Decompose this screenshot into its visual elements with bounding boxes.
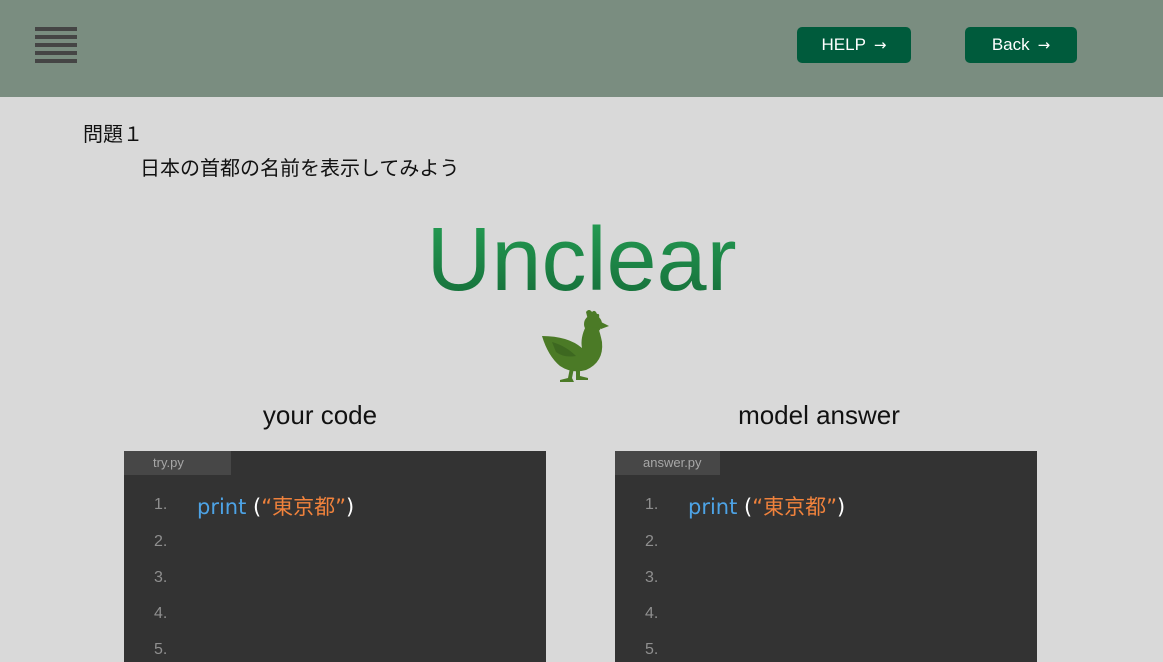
code-text: print (“東京都”) bbox=[688, 495, 846, 519]
bird-mascot-icon bbox=[542, 310, 609, 382]
code-line: 2. bbox=[615, 529, 1037, 559]
question-text: 日本の首都の名前を表示してみよう bbox=[140, 156, 460, 180]
code-line: 4. bbox=[124, 601, 546, 631]
code-line: 3. bbox=[124, 565, 546, 595]
line-number: 5. bbox=[645, 641, 659, 658]
code-line: 2. bbox=[124, 529, 546, 559]
line-number: 4. bbox=[154, 605, 168, 622]
code-line: 5. bbox=[124, 637, 546, 662]
help-button-label: HELP bbox=[821, 35, 866, 54]
hamburger-menu-icon[interactable] bbox=[35, 27, 77, 63]
code-line: 3. bbox=[615, 565, 1037, 595]
file-tab[interactable]: answer.py bbox=[615, 451, 720, 475]
code-line: 1. print (“東京都”) bbox=[615, 492, 1037, 522]
model-answer-editor: answer.py 1. print (“東京都”) 2. 3. 4. 5. bbox=[615, 451, 1037, 662]
your-code-title: your code bbox=[262, 400, 378, 430]
line-number: 4. bbox=[645, 605, 659, 622]
arrow-right-icon: → bbox=[873, 36, 887, 54]
arrow-right-icon: → bbox=[1037, 36, 1051, 54]
file-tab[interactable]: try.py bbox=[124, 451, 231, 475]
top-header: HELP → Back → bbox=[0, 0, 1163, 97]
code-line: 1. print (“東京都”) bbox=[124, 492, 546, 522]
code-line: 4. bbox=[615, 601, 1037, 631]
line-number: 5. bbox=[154, 641, 168, 658]
help-button[interactable]: HELP → bbox=[797, 27, 911, 63]
line-number: 3. bbox=[645, 569, 659, 586]
model-answer-title: model answer bbox=[738, 400, 900, 430]
question-number: 問題１ bbox=[83, 122, 143, 146]
code-line: 5. bbox=[615, 637, 1037, 662]
result-status: Unclear bbox=[0, 212, 1163, 308]
code-text: print (“東京都”) bbox=[197, 495, 355, 519]
line-number: 1. bbox=[645, 496, 659, 513]
line-number: 2. bbox=[154, 533, 168, 550]
line-number: 3. bbox=[154, 569, 168, 586]
back-button-label: Back bbox=[991, 35, 1030, 54]
line-number: 1. bbox=[154, 496, 168, 513]
back-button[interactable]: Back → bbox=[965, 27, 1077, 63]
your-code-editor[interactable]: try.py 1. print (“東京都”) 2. 3. 4. 5. bbox=[124, 451, 546, 662]
line-number: 2. bbox=[645, 533, 659, 550]
